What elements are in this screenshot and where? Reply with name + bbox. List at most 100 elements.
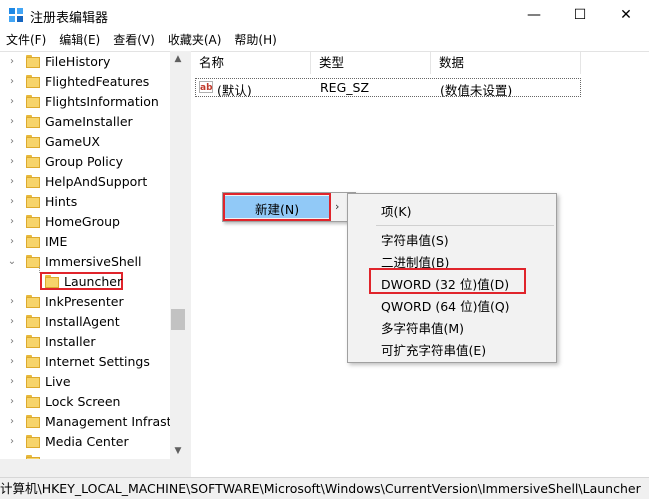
scrollbar-thumb[interactable]	[171, 309, 185, 330]
tree-item-lock-screen[interactable]: › Lock Screen	[0, 392, 170, 412]
expand-chevron-icon[interactable]: ›	[7, 56, 17, 68]
menu-help[interactable]: 帮助(H)	[228, 30, 283, 50]
submenu-multi-string-value[interactable]: 多字符串值(M)	[381, 318, 464, 337]
tree-item-media-center[interactable]: › Media Center	[0, 432, 170, 452]
maximize-button[interactable]: ☐	[557, 0, 603, 30]
tree-item-flightsinformation[interactable]: › FlightsInformation	[0, 92, 170, 112]
expand-chevron-icon[interactable]: ›	[7, 156, 17, 168]
new-submenu: 项(K) 字符串值(S) 二进制值(B) DWORD (32 位)值(D) QW…	[347, 193, 557, 363]
expand-chevron-icon[interactable]: ›	[7, 116, 17, 128]
tree-item-label: Live	[45, 374, 71, 389]
tree-item-label: Hints	[45, 194, 78, 209]
tree-vertical-scrollbar[interactable]: ▲ ▼	[170, 51, 186, 459]
tree-item-installer[interactable]: › Installer	[0, 332, 170, 352]
tree-item-label: Management Infrastr	[45, 414, 177, 429]
submenu-expandable-string-value[interactable]: 可扩充字符串值(E)	[381, 340, 486, 359]
folder-icon	[26, 335, 40, 348]
submenu-string-value[interactable]: 字符串值(S)	[381, 230, 449, 249]
tree-item-label: HelpAndSupport	[45, 174, 148, 189]
menu-view[interactable]: 查看(V)	[107, 30, 162, 50]
close-icon: ✕	[620, 7, 632, 23]
tree-item-group-policy[interactable]: › Group Policy	[0, 152, 170, 172]
window-title: 注册表编辑器	[30, 11, 109, 26]
menu-file[interactable]: 文件(F)	[0, 30, 53, 50]
tree-item-inkpresenter[interactable]: › InkPresenter	[0, 292, 170, 312]
tree-item-gameinstaller[interactable]: › GameInstaller	[0, 112, 170, 132]
value-row-default[interactable]: ab (默认) REG_SZ (数值未设置)	[195, 78, 581, 98]
minimize-icon: —	[527, 7, 541, 23]
scroll-up-arrow-icon[interactable]: ▲	[170, 51, 186, 67]
folder-icon	[26, 315, 40, 328]
folder-icon	[26, 235, 40, 248]
expand-chevron-icon[interactable]: ›	[7, 216, 17, 228]
tree-item-live[interactable]: › Live	[0, 372, 170, 392]
tree-item-helpandsupport[interactable]: › HelpAndSupport	[0, 172, 170, 192]
expand-chevron-icon[interactable]: ›	[7, 376, 17, 388]
status-bar-path: 计算机\HKEY_LOCAL_MACHINE\SOFTWARE\Microsof…	[0, 477, 649, 499]
folder-icon	[26, 255, 40, 268]
string-value-icon: ab	[199, 81, 213, 93]
submenu-qword-value[interactable]: QWORD (64 位)值(Q)	[381, 296, 510, 315]
value-name: (默认)	[217, 83, 252, 98]
expand-chevron-icon[interactable]: ›	[7, 76, 17, 88]
submenu-arrow-icon: ›	[335, 200, 340, 213]
tree-item-management-infrastructure[interactable]: › Management Infrastr	[0, 412, 177, 432]
maximize-icon: ☐	[573, 7, 587, 23]
tree-item-homegroup[interactable]: › HomeGroup	[0, 212, 170, 232]
tree-item-label: FlightedFeatures	[45, 74, 150, 89]
new-menu-highlight-outline	[223, 193, 331, 221]
expand-chevron-icon[interactable]: ›	[7, 236, 17, 248]
expand-chevron-icon[interactable]: ›	[7, 336, 17, 348]
close-button[interactable]: ✕	[603, 0, 649, 30]
registry-tree: › FileHistory › FlightedFeatures › Fligh…	[0, 51, 186, 478]
tree-item-flightedfeatures[interactable]: › FlightedFeatures	[0, 72, 170, 92]
expand-chevron-icon[interactable]: ›	[7, 196, 17, 208]
expand-chevron-icon[interactable]: ›	[7, 176, 17, 188]
menu-edit[interactable]: 编辑(E)	[53, 30, 107, 50]
column-header-data[interactable]: 数据	[431, 52, 581, 74]
menu-favorites[interactable]: 收藏夹(A)	[162, 30, 229, 50]
expand-chevron-icon[interactable]: ›	[7, 136, 17, 148]
tree-item-immersiveshell[interactable]: ⌄ ImmersiveShell	[0, 252, 170, 272]
tree-item-label: Lock Screen	[45, 394, 121, 409]
tree-item-label: Launcher	[64, 274, 123, 289]
submenu-key[interactable]: 项(K)	[381, 201, 411, 220]
tree-item-label: Media Center	[45, 434, 129, 449]
column-header-name[interactable]: 名称	[191, 52, 311, 74]
tree-item-ime[interactable]: › IME	[0, 232, 170, 252]
folder-icon	[26, 395, 40, 408]
expand-chevron-icon[interactable]: ›	[7, 396, 17, 408]
tree-item-label: IME	[45, 234, 68, 249]
tree-item-gameux[interactable]: › GameUX	[0, 132, 170, 152]
folder-icon	[26, 95, 40, 108]
expand-chevron-icon[interactable]: ›	[7, 316, 17, 328]
folder-icon	[26, 175, 40, 188]
tree-item-label: GameInstaller	[45, 114, 133, 129]
tree-item-filehistory[interactable]: › FileHistory	[0, 52, 170, 72]
expand-chevron-icon[interactable]: ›	[7, 436, 17, 448]
registry-editor-app-icon	[9, 8, 23, 22]
scroll-down-arrow-icon[interactable]: ▼	[170, 443, 186, 459]
dword-highlight-outline	[369, 268, 526, 294]
tree-item-label: Internet Settings	[45, 354, 150, 369]
tree-item-hints[interactable]: › Hints	[0, 192, 170, 212]
submenu-separator	[376, 225, 554, 226]
expand-chevron-icon[interactable]: ›	[7, 296, 17, 308]
folder-icon	[26, 215, 40, 228]
tree-item-internet-settings[interactable]: › Internet Settings	[0, 352, 170, 372]
expand-chevron-icon[interactable]: ›	[7, 416, 17, 428]
tree-item-launcher[interactable]: Launcher	[0, 272, 170, 292]
value-data: (数值未设置)	[440, 83, 513, 98]
folder-icon	[26, 415, 40, 428]
expand-chevron-icon[interactable]: ›	[7, 356, 17, 368]
value-type: REG_SZ	[320, 80, 370, 95]
tree-horizontal-scrollbar[interactable]	[0, 459, 186, 477]
tree-item-label: FileHistory	[45, 54, 111, 69]
tree-item-label: ImmersiveShell	[45, 254, 142, 269]
expand-chevron-icon[interactable]: ›	[7, 96, 17, 108]
collapse-chevron-icon[interactable]: ⌄	[7, 256, 17, 268]
minimize-button[interactable]: —	[511, 0, 557, 30]
folder-icon	[26, 375, 40, 388]
tree-item-installagent[interactable]: › InstallAgent	[0, 312, 170, 332]
column-header-type[interactable]: 类型	[311, 52, 431, 74]
